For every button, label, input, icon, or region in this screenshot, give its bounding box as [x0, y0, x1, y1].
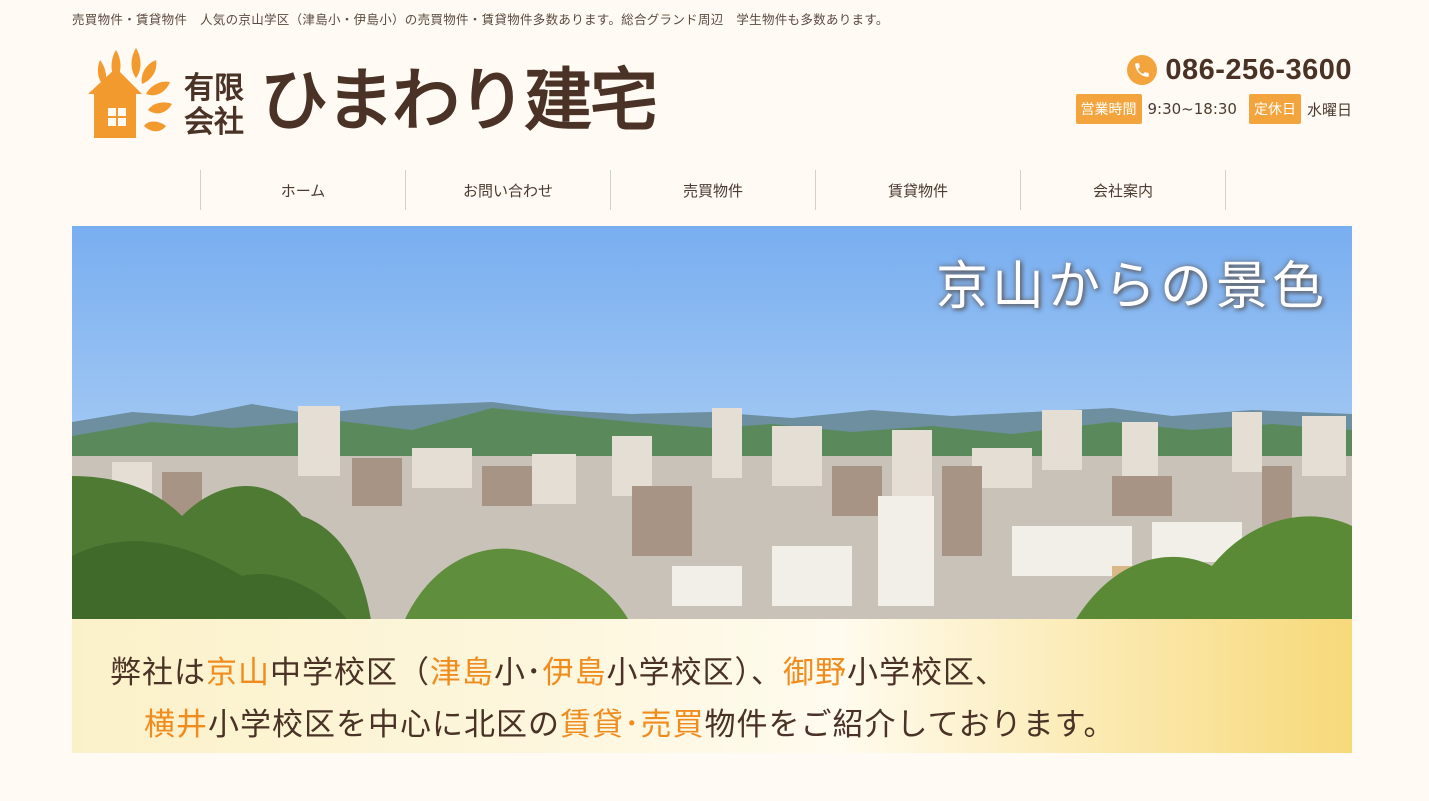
nav-item-home[interactable]: ホーム: [201, 170, 406, 210]
phone-icon: [1127, 55, 1158, 85]
company-type-label: 有限 会社: [184, 72, 254, 140]
nav-item-contact[interactable]: お問い合わせ: [406, 170, 611, 210]
nav-item-company[interactable]: 会社案内: [1021, 170, 1226, 210]
company-logo[interactable]: 有限 会社 ひまわり建宅: [86, 46, 686, 146]
site-tagline: 売買物件・賃貸物件 人気の京山学区（津島小・伊島小）の売買物件・賃貸物件多数あり…: [72, 12, 889, 27]
intro-segment: 小学校区を中心に北区の: [208, 707, 560, 743]
intro-segment: 中学校区（: [270, 655, 430, 691]
phone-number[interactable]: 086-256-3600: [1165, 54, 1352, 87]
intro-segment: 御野: [783, 655, 847, 691]
hero-title: 京山からの景色: [935, 257, 1328, 317]
hours-badge: 営業時間: [1075, 94, 1142, 124]
page: 売買物件・賃貸物件 人気の京山学区（津島小・伊島小）の売買物件・賃貸物件多数あり…: [0, 0, 1429, 801]
business-hours-row: 営業時間 9:30~18:30 定休日 水曜日: [1075, 94, 1352, 124]
intro-segment: 津島: [430, 655, 494, 691]
intro-band: 弊社は京山中学校区（津島小･伊島小学校区）、御野小学校区、 横井小学校区を中心に…: [72, 619, 1352, 753]
intro-segment: 物件をご紹介しております。: [704, 707, 1116, 743]
nav-item-sale-properties[interactable]: 売買物件: [611, 170, 816, 210]
hero-banner: 京山からの景色 弊社は京山中学校区（津島小･伊島小学校区）、御野小学校区、 横井…: [72, 226, 1352, 753]
intro-segment: 横井: [144, 707, 208, 743]
intro-segment: 京山: [206, 655, 270, 691]
main-nav: ホーム お問い合わせ 売買物件 賃貸物件 会社案内: [200, 170, 1226, 210]
holiday-value: 水曜日: [1306, 100, 1352, 119]
intro-segment: 小学校区、: [847, 655, 1007, 691]
company-type-line1: 有限: [184, 71, 244, 106]
intro-segment: 伊島: [542, 655, 607, 691]
contact-info: 086-256-3600 営業時間 9:30~18:30 定休日 水曜日: [1075, 52, 1353, 124]
company-type-line2: 会社: [184, 105, 244, 140]
intro-line-2: 横井小学校区を中心に北区の賃貸･売買物件をご紹介しております。: [144, 699, 1116, 744]
intro-segment: 賃貸･売買: [560, 707, 705, 743]
sunflower-house-icon: [88, 48, 172, 138]
intro-segment: 小学校区）、: [606, 655, 783, 691]
intro-segment: 小･: [494, 655, 543, 691]
phone-row[interactable]: 086-256-3600: [1076, 52, 1353, 88]
hours-value: 9:30~18:30: [1147, 100, 1237, 118]
holiday-badge: 定休日: [1248, 94, 1301, 124]
intro-segment: 弊社は: [110, 655, 206, 691]
intro-line-1: 弊社は京山中学校区（津島小･伊島小学校区）、御野小学校区、: [110, 647, 1007, 692]
company-name: ひまわり建宅: [260, 62, 658, 141]
nav-item-rental-properties[interactable]: 賃貸物件: [816, 170, 1021, 210]
